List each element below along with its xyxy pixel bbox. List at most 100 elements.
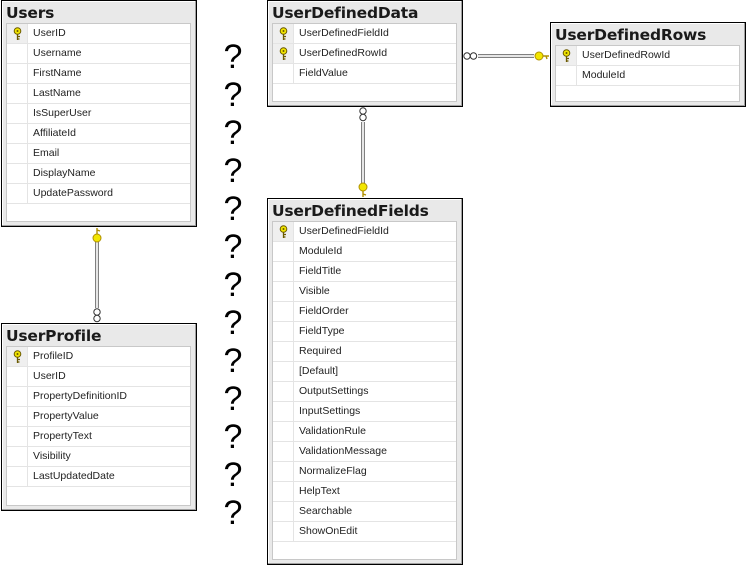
column-row[interactable]: PropertyValue xyxy=(7,407,190,427)
row-selector[interactable] xyxy=(273,402,294,421)
question-mark: ? xyxy=(223,190,243,228)
table-user-profile[interactable]: UserProfile ProfileID UserID PropertyDefin… xyxy=(1,323,197,511)
question-mark: ? xyxy=(223,228,243,266)
row-selector[interactable] xyxy=(7,467,28,486)
table-title: UserDefinedRows xyxy=(555,26,707,44)
row-selector[interactable] xyxy=(273,482,294,501)
row-selector[interactable] xyxy=(7,104,28,123)
relationship-users-userprofile[interactable] xyxy=(92,228,102,323)
table-user-defined-data[interactable]: UserDefinedData UserDefinedFieldId UserDe… xyxy=(267,0,463,107)
row-selector[interactable] xyxy=(273,222,294,241)
column-name: UserDefinedRowId xyxy=(582,49,671,61)
row-selector[interactable] xyxy=(273,342,294,361)
column-row[interactable]: Visibility xyxy=(7,447,190,467)
column-row[interactable]: FieldOrder xyxy=(273,302,456,322)
row-selector[interactable] xyxy=(273,382,294,401)
row-selector[interactable] xyxy=(273,502,294,521)
column-row[interactable]: AffiliateId xyxy=(7,124,190,144)
column-row[interactable]: ProfileID xyxy=(7,347,190,367)
column-row[interactable]: FieldType xyxy=(273,322,456,342)
column-row[interactable]: ValidationMessage xyxy=(273,442,456,462)
column-row[interactable]: OutputSettings xyxy=(273,382,456,402)
row-selector[interactable] xyxy=(273,422,294,441)
row-selector[interactable] xyxy=(7,124,28,143)
column-row[interactable]: ShowOnEdit xyxy=(273,522,456,542)
row-selector[interactable] xyxy=(273,322,294,341)
table-user-defined-rows[interactable]: UserDefinedRows UserDefinedRowId ModuleId xyxy=(550,22,746,107)
column-row[interactable]: NormalizeFlag xyxy=(273,462,456,482)
column-row[interactable]: Username xyxy=(7,44,190,64)
table-user-defined-fields[interactable]: UserDefinedFields UserDefinedFieldId Modu… xyxy=(267,198,463,565)
row-selector[interactable] xyxy=(556,46,577,65)
row-selector[interactable] xyxy=(273,522,294,541)
row-selector[interactable] xyxy=(7,24,28,43)
column-row[interactable]: LastUpdatedDate xyxy=(7,467,190,487)
column-row[interactable]: IsSuperUser xyxy=(7,104,190,124)
column-name: InputSettings xyxy=(299,405,361,417)
row-selector[interactable] xyxy=(273,442,294,461)
row-selector[interactable] xyxy=(273,64,294,83)
row-selector[interactable] xyxy=(273,282,294,301)
row-selector[interactable] xyxy=(273,302,294,321)
row-selector[interactable] xyxy=(273,462,294,481)
question-mark: ? xyxy=(223,114,243,152)
column-row[interactable]: HelpText xyxy=(273,482,456,502)
column-row[interactable]: UserID xyxy=(7,367,190,387)
row-selector[interactable] xyxy=(7,164,28,183)
column-row[interactable]: DisplayName xyxy=(7,164,190,184)
column-row[interactable]: UserDefinedRowId xyxy=(273,44,456,64)
column-row[interactable]: ModuleId xyxy=(273,242,456,262)
row-selector[interactable] xyxy=(7,387,28,406)
relationship-fields-data[interactable] xyxy=(358,107,368,197)
column-row[interactable]: FieldValue xyxy=(273,64,456,84)
column-row[interactable]: FirstName xyxy=(7,64,190,84)
row-selector[interactable] xyxy=(273,242,294,261)
row-selector[interactable] xyxy=(273,362,294,381)
column-row[interactable]: UpdatePassword xyxy=(7,184,190,204)
relationship-rows-data[interactable] xyxy=(463,51,549,61)
question-mark: ? xyxy=(223,304,243,342)
column-name: PropertyDefinitionID xyxy=(33,390,127,402)
column-name: Email xyxy=(33,147,60,159)
row-selector[interactable] xyxy=(7,407,28,426)
infinity-end-icon xyxy=(93,308,101,323)
column-row[interactable]: UserDefinedFieldId xyxy=(273,24,456,44)
row-selector[interactable] xyxy=(273,44,294,63)
row-selector[interactable] xyxy=(7,144,28,163)
column-name: NormalizeFlag xyxy=(299,465,367,477)
column-name: LastName xyxy=(33,87,81,99)
infinity-end-icon xyxy=(359,107,367,122)
question-mark: ? xyxy=(223,380,243,418)
column-row[interactable]: LastName xyxy=(7,84,190,104)
row-selector[interactable] xyxy=(7,184,28,203)
column-row[interactable]: InputSettings xyxy=(273,402,456,422)
row-selector[interactable] xyxy=(273,262,294,281)
row-selector[interactable] xyxy=(7,64,28,83)
column-row[interactable]: UserDefinedFieldId xyxy=(273,222,456,242)
column-name: Required xyxy=(299,345,342,357)
column-row[interactable]: Visible xyxy=(273,282,456,302)
column-name: Visible xyxy=(299,285,330,297)
row-selector[interactable] xyxy=(7,367,28,386)
table-users[interactable]: Users UserID Username FirstName LastName IsS… xyxy=(1,0,197,227)
key-end-icon xyxy=(534,51,549,61)
table-title: Users xyxy=(6,4,55,22)
column-row[interactable]: PropertyDefinitionID xyxy=(7,387,190,407)
column-row[interactable]: Required xyxy=(273,342,456,362)
column-row[interactable]: PropertyText xyxy=(7,427,190,447)
row-selector[interactable] xyxy=(7,84,28,103)
row-selector[interactable] xyxy=(273,24,294,43)
column-row[interactable]: [Default] xyxy=(273,362,456,382)
row-selector[interactable] xyxy=(7,44,28,63)
column-row[interactable]: UserDefinedRowId xyxy=(556,46,739,66)
row-selector[interactable] xyxy=(556,66,577,85)
column-row[interactable]: ValidationRule xyxy=(273,422,456,442)
column-row[interactable]: Searchable xyxy=(273,502,456,522)
column-row[interactable]: UserID xyxy=(7,24,190,44)
row-selector[interactable] xyxy=(7,447,28,466)
row-selector[interactable] xyxy=(7,347,28,366)
column-row[interactable]: FieldTitle xyxy=(273,262,456,282)
row-selector[interactable] xyxy=(7,427,28,446)
column-row[interactable]: Email xyxy=(7,144,190,164)
column-row[interactable]: ModuleId xyxy=(556,66,739,86)
